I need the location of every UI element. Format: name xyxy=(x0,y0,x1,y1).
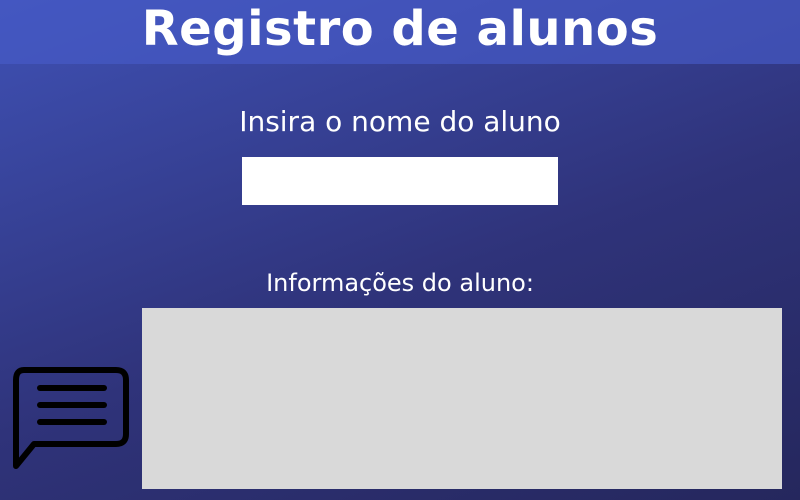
student-info-label: Informações do aluno: xyxy=(266,269,534,297)
student-name-input[interactable] xyxy=(242,157,558,205)
chat-bubble-icon[interactable] xyxy=(10,366,132,474)
page-title: Registro de alunos xyxy=(141,1,659,57)
student-name-label: Insira o nome do aluno xyxy=(239,105,561,138)
student-info-panel xyxy=(142,308,782,489)
header-bar: Registro de alunos xyxy=(0,0,800,64)
